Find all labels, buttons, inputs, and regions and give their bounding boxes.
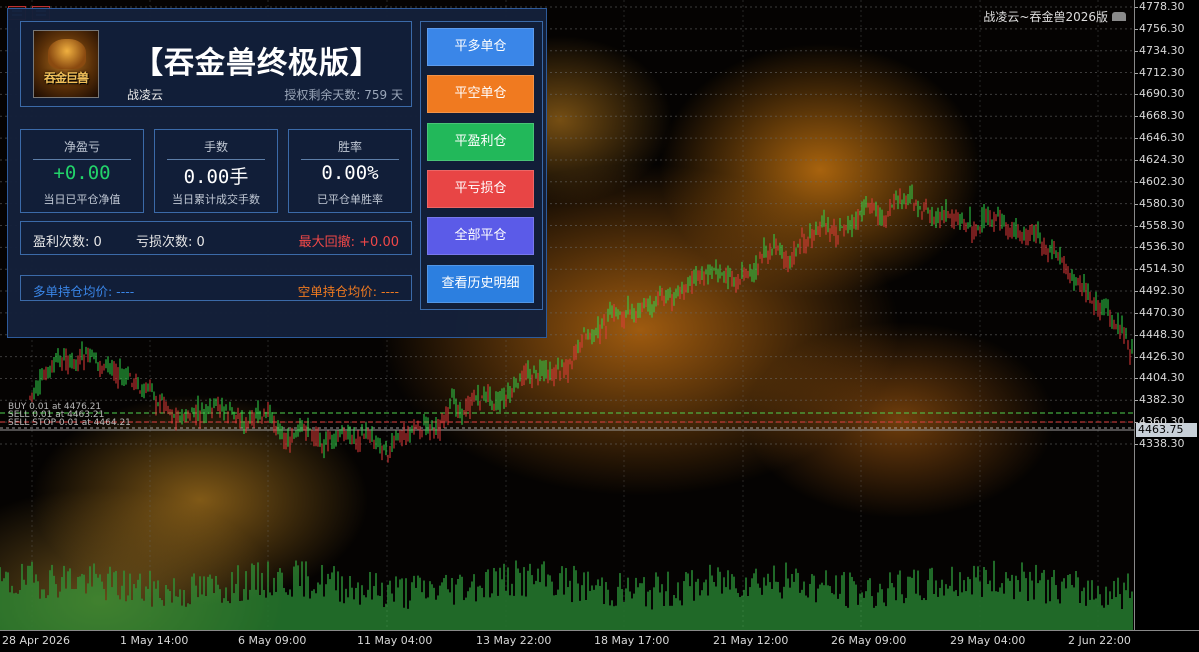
price-tick	[1135, 291, 1138, 293]
max-drawdown: 最大回撤: +0.00	[298, 235, 399, 250]
time-label: 13 May 22:00	[476, 634, 552, 647]
price-label: 4492.30	[1139, 284, 1185, 298]
price-label: 4646.30	[1139, 131, 1185, 145]
ea-logo: 吞金巨兽	[33, 30, 99, 98]
price-tick	[1135, 50, 1138, 52]
divider	[33, 159, 131, 160]
long-average-price: 多单持仓均价: ----	[33, 284, 135, 299]
price-tick	[1135, 7, 1138, 8]
win-rate-value: 0.00%	[321, 162, 379, 184]
author-name: 战凌云	[127, 88, 164, 102]
price-label: 4690.30	[1139, 87, 1185, 101]
price-label: 4514.30	[1139, 262, 1185, 276]
time-label: 26 May 09:00	[831, 634, 907, 647]
price-label: 4448.30	[1139, 327, 1185, 341]
order-label: SELL STOP 0.01 at 4464.21	[8, 418, 131, 428]
price-label: 4558.30	[1139, 218, 1185, 232]
price-label: 4426.30	[1139, 349, 1185, 363]
price-label: 4668.30	[1139, 109, 1185, 123]
price-tick	[1135, 269, 1138, 271]
close-buy-button[interactable]: 平多单仓	[427, 28, 534, 66]
stat-caption: 当日已平仓净值	[43, 193, 121, 206]
ea-control-panel: 吞金巨兽 【吞金兽终极版】 战凌云 授权剩余天数: 759 天 净盈亏 +0.0…	[7, 8, 547, 338]
product-title: 【吞金兽终极版】	[133, 46, 381, 81]
logo-text: 吞金巨兽	[43, 71, 89, 85]
action-buttons: 平多单仓 平空单仓 平盈利仓 平亏损仓 全部平仓 查看历史明细	[420, 21, 543, 310]
stat-caption: 当日累计成交手数	[172, 193, 260, 206]
stat-caption: 已平仓单胜率	[317, 193, 383, 206]
price-tick	[1135, 225, 1138, 227]
chart-title-text: 战凌云~吞金兽2026版	[983, 10, 1108, 24]
price-tick	[1135, 334, 1138, 336]
divider	[167, 159, 265, 160]
stat-net-profit: 净盈亏 +0.00 当日已平仓净值	[20, 129, 144, 213]
divider	[301, 159, 399, 160]
price-label: 4624.30	[1139, 152, 1185, 166]
price-label: 4536.30	[1139, 240, 1185, 254]
price-label: 4338.30	[1139, 437, 1185, 450]
close-sell-button[interactable]: 平空单仓	[427, 75, 534, 113]
beast-logo-icon	[48, 39, 86, 69]
price-label: 4360.30	[1139, 415, 1185, 429]
close-all-button[interactable]: 全部平仓	[427, 217, 534, 255]
price-tick	[1135, 400, 1138, 402]
price-tick	[1135, 138, 1138, 140]
price-label: 4778.30	[1139, 0, 1185, 13]
stat-lots: 手数 0.00手 当日累计成交手数	[154, 129, 278, 213]
expert-hat-icon	[1112, 12, 1126, 21]
view-history-button[interactable]: 查看历史明细	[427, 265, 534, 303]
loss-count: 亏损次数: 0	[136, 235, 205, 250]
price-tick	[1135, 312, 1138, 314]
stat-label: 手数	[203, 140, 228, 154]
price-tick	[1135, 94, 1138, 96]
price-tick	[1135, 159, 1138, 161]
close-loss-button[interactable]: 平亏损仓	[427, 170, 534, 208]
trade-counts: 盈利次数: 0 亏损次数: 0 最大回撤: +0.00	[20, 221, 412, 255]
time-label: 28 Apr 2026	[2, 634, 71, 647]
price-axis[interactable]: 4463.75 4778.30 4756.30 4734.30 4712.30 4690…	[1134, 0, 1199, 630]
order-labels: BUY 0.01 at 4476.21 SELL 0.01 at 4463.21…	[8, 403, 131, 428]
price-tick	[1135, 356, 1138, 358]
time-label: 21 May 12:00	[713, 634, 789, 647]
license-remaining: 授权剩余天数: 759 天	[284, 88, 403, 102]
price-label: 4602.30	[1139, 174, 1185, 188]
price-label: 4756.30	[1139, 21, 1185, 35]
price-tick	[1135, 378, 1138, 380]
price-label: 4712.30	[1139, 65, 1185, 79]
time-label: 1 May 14:00	[120, 634, 189, 647]
chart-title: 战凌云~吞金兽2026版	[983, 8, 1126, 25]
net-profit-value: +0.00	[53, 162, 111, 184]
close-profit-button[interactable]: 平盈利仓	[427, 123, 534, 161]
price-label: 4470.30	[1139, 305, 1185, 319]
price-tick	[1135, 444, 1138, 445]
win-count: 盈利次数: 0	[33, 235, 102, 250]
price-label: 4382.30	[1139, 393, 1185, 407]
short-average-price: 空单持仓均价: ----	[297, 284, 399, 299]
price-tick	[1135, 28, 1138, 30]
average-prices: 多单持仓均价: ---- 空单持仓均价: ----	[20, 275, 412, 301]
time-label: 6 May 09:00	[238, 634, 307, 647]
lots-value: 0.00手	[183, 166, 249, 188]
stat-win-rate: 胜率 0.00% 已平仓单胜率	[288, 129, 412, 213]
price-tick	[1135, 72, 1138, 74]
price-tick	[1135, 116, 1138, 118]
price-tick	[1135, 181, 1138, 183]
price-label: 4580.30	[1139, 196, 1185, 210]
time-label: 18 May 17:00	[594, 634, 670, 647]
price-label: 4404.30	[1139, 371, 1185, 385]
price-tick	[1135, 422, 1138, 424]
price-label: 4734.30	[1139, 43, 1185, 57]
time-label: 2 Jun 22:00	[1068, 634, 1131, 647]
time-label: 11 May 04:00	[357, 634, 433, 647]
panel-header: 吞金巨兽 【吞金兽终极版】 战凌云 授权剩余天数: 759 天	[20, 21, 412, 107]
time-axis[interactable]: 28 Apr 2026 1 May 14:00 6 May 09:00 11 May …	[0, 630, 1199, 652]
time-label: 29 May 04:00	[950, 634, 1026, 647]
stat-label: 净盈亏	[63, 140, 100, 154]
price-tick	[1135, 203, 1138, 205]
stat-label: 胜率	[337, 140, 362, 154]
price-tick	[1135, 247, 1138, 249]
